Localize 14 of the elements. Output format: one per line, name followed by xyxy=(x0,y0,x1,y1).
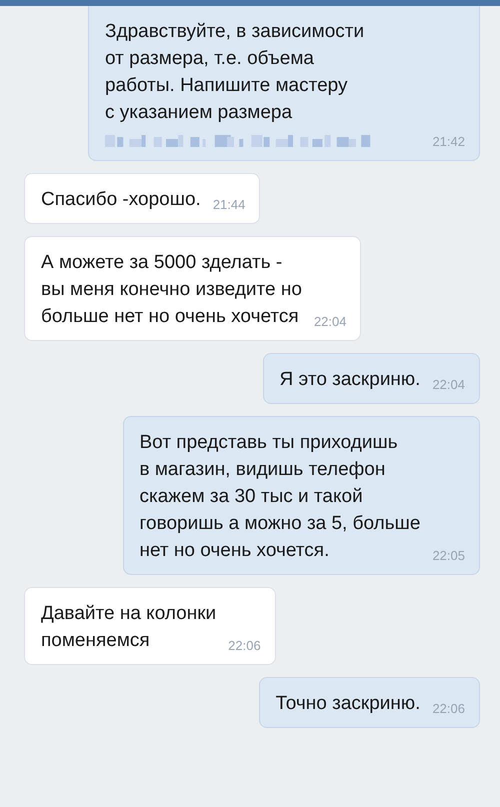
message-time: 22:04 xyxy=(312,314,346,330)
message-time: 22:04 xyxy=(431,377,465,393)
message-text: Спасибо -хорошо. xyxy=(41,188,201,212)
message-text: Точно заскриню. xyxy=(276,692,420,716)
message-time: 22:06 xyxy=(227,638,261,654)
message-text: Здравствуйте, в зависимости от размера, т.е. объема работы. Напишите мастеру с указанием размера xyxy=(105,20,364,125)
message-time: 21:42 xyxy=(431,134,465,150)
message-text: А можете за 5000 зделать - вы меня конечно изведите но больше нет но очень хочется xyxy=(41,251,302,329)
message-time: 22:06 xyxy=(431,701,465,717)
message-text: Я это заскриню. xyxy=(280,368,420,392)
message-text: Вот представь ты приходишь в магазин, видишь телефон скажем за 30 тыс и такой говоришь а можно за 5, больше нет но очень хочется. xyxy=(140,431,420,563)
message-time: 22:05 xyxy=(431,548,465,564)
message-text: Давайте на колонки поменяемся xyxy=(41,602,216,653)
message-time: 21:44 xyxy=(212,197,246,213)
